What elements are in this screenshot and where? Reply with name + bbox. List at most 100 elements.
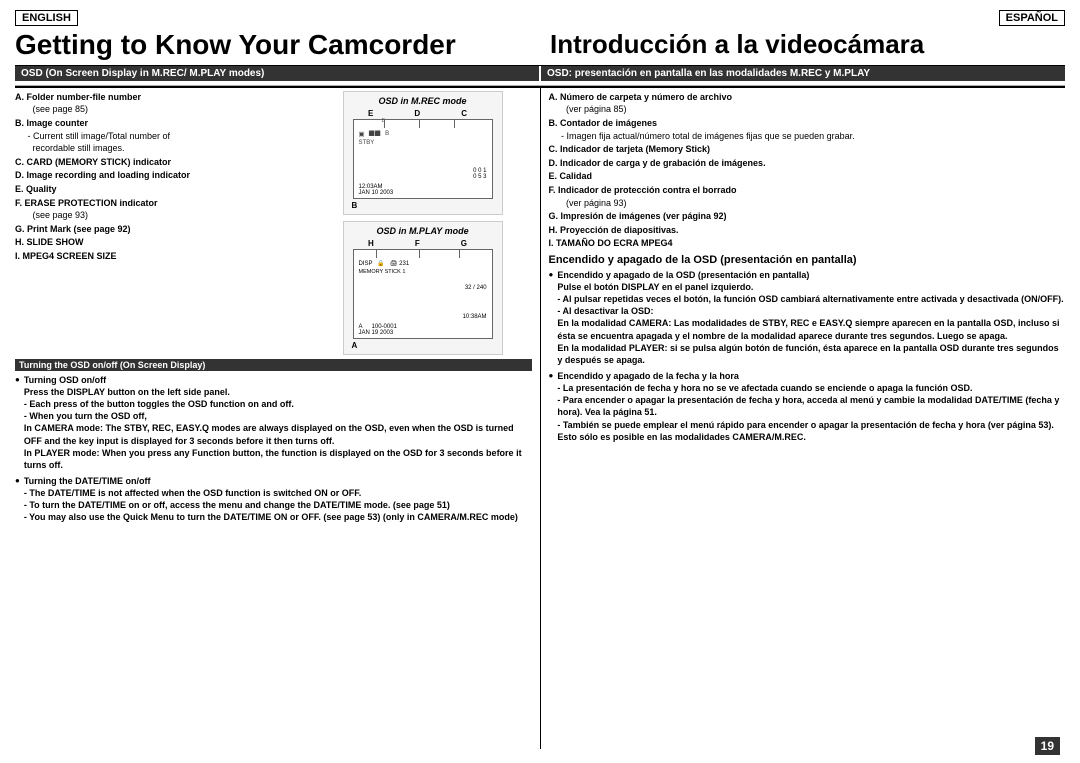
line-g [459,250,460,258]
col-right-spanish: A. Número de carpeta y número de archivo… [541,88,1066,749]
mrec-right-indicator: 0 0 1 0 5 3 [473,168,486,180]
turning-date-label: Turning the DATE/TIME on/off [24,476,151,486]
label-g: G [461,239,467,248]
encendido-sub2: - Al desactivar la OSD: [557,306,653,316]
mplay-content: DISP 🔒 🖨 231 MEMORY STICK 1 [359,260,410,275]
mrec-bottom-label: B [348,201,498,210]
osd-header-es: OSD: presentación en pantalla en las mod… [541,66,1065,81]
fecha-sub3: - También se puede emplear el menú rápid… [557,420,1054,442]
item-list-es: A. Número de carpeta y número de archivo… [549,91,1066,250]
line-f [419,250,420,258]
item-h-es: H. Proyección de diapositivas. [549,224,1066,237]
header-top: ENGLISH ESPAÑOL [15,10,1065,26]
encendido-camera: En la modalidad CAMERA: Las modalidades … [557,318,1059,340]
label-h: H [368,239,374,248]
date-sub2: - To turn the DATE/TIME on or off, acces… [24,500,450,510]
date-sub1: - The DATE/TIME is not affected when the… [24,488,361,498]
screen-content-mrec: ▣ ⬛⬛ B STBY B [359,130,390,146]
encendido-fecha-es: Encendido y apagado de la fecha y la hor… [549,370,1066,443]
item-g-es: G. Impresión de imágenes (ver página 92) [549,210,1066,223]
item-a-es: A. Número de carpeta y número de archivo… [549,91,1066,116]
label-d: D [414,109,420,118]
mplay-date: JAN 19 2003 [359,330,394,336]
item-e-en: E. Quality [15,183,306,196]
turning-osd-sub1: - Each press of the button toggles the O… [24,399,294,409]
osd-mrec-diagram: OSD in M.REC mode E D C [343,91,503,215]
line-c [454,120,455,128]
label-b-mrec: B [352,201,358,210]
mplay-counter: 32 / 240 [465,285,487,291]
mrec-screen: ▣ ⬛⬛ B STBY B 0 0 1 0 5 3 [353,119,493,199]
lang-badge-es: ESPAÑOL [999,10,1065,26]
item-a-en: A. Folder number-file number (see page 8… [15,91,306,116]
page: ENGLISH ESPAÑOL Getting to Know Your Cam… [0,0,1080,763]
label-c: C [461,109,467,118]
header-titles: Getting to Know Your Camcorder Introducc… [15,28,1065,66]
item-c-en: C. CARD (MEMORY STICK) indicator [15,156,306,169]
mplay-title: OSD in M.PLAY mode [348,226,498,236]
mrec-top-labels: E D C [348,109,488,118]
col-left-english: A. Folder number-file number (see page 8… [15,88,541,749]
encendido-osd-sub-title: Encendido y apagado de la OSD (presentac… [549,254,857,266]
label-e: E [368,109,373,118]
encendido-label: Encendido y apagado de la OSD (presentac… [557,270,809,280]
encendido-osd-section: Encendido y apagado de la OSD (presentac… [549,254,1066,266]
encendido-sub1: - Al pulsar repetidas veces el botón, la… [557,294,1063,304]
mplay-top-labels: H F G [348,239,488,248]
turning-osd-player: In PLAYER mode: When you press any Funct… [24,448,522,470]
item-i-es: I. TAMAÑO DO ECRA MPEG4 [549,237,1066,250]
item-d-en: D. Image recording and loading indicator [15,169,306,182]
encendido-p1: Pulse el botón DISPLAY en el panel izqui… [557,282,753,292]
item-e-es: E. Calidad [549,170,1066,183]
item-b-en: B. Image counter - Current still image/T… [15,117,306,155]
turning-date-en: Turning the DATE/TIME on/off - The DATE/… [15,475,532,524]
item-list-en: A. Folder number-file number (see page 8… [15,91,306,263]
turning-osd-label: Turning OSD on/off [24,375,106,385]
label-f: F [415,239,420,248]
date-sub3: - You may also use the Quick Menu to tur… [24,512,518,522]
turning-osd-sub2: - When you turn the OSD off, [24,411,147,421]
title-english: Getting to Know Your Camcorder [15,30,530,61]
encendido-fecha-dot: Encendido y apagado de la fecha y la hor… [549,370,1066,443]
item-d-es: D. Indicador de carga y de grabación de … [549,157,1066,170]
osd-mplay-diagram: OSD in M.PLAY mode H F G DISP 🔒 🖨 231 [343,221,503,355]
item-g-en: G. Print Mark (see page 92) [15,223,306,236]
header-left: Getting to Know Your Camcorder [15,28,530,61]
header-right: Introducción a la videocámara [530,28,1065,61]
item-i-en: I. MPEG4 SCREEN SIZE [15,250,306,263]
encendido-osd-dot: Encendido y apagado de la OSD (presentac… [549,269,1066,366]
item-h-en: H. SLIDE SHOW [15,236,306,249]
label-a-mplay: A [352,341,358,350]
item-f-en: F. ERASE PROTECTION indicator (see page … [15,197,306,222]
turning-osd-title-en: Turning OSD on/off Press the DISPLAY but… [15,374,532,471]
turning-osd-camera: In CAMERA mode: The STBY, REC, EASY.Q mo… [24,423,514,445]
main-content: A. Folder number-file number (see page 8… [15,86,1065,749]
item-f-es: F. Indicador de protección contra el bor… [549,184,1066,209]
encendido-fecha-label: Encendido y apagado de la fecha y la hor… [557,371,739,381]
turning-osd-p1: Press the DISPLAY button on the left sid… [24,387,230,397]
diagram-col-en: OSD in M.REC mode E D C [314,91,532,355]
fecha-sub2: - Para encender o apagar la presentación… [557,395,1059,417]
items-list-en: A. Folder number-file number (see page 8… [15,91,306,355]
mplay-right: 10:38AM [463,314,487,320]
line-h [376,250,377,258]
turning-osd-en: Turning OSD on/off Press the DISPLAY but… [15,374,532,471]
page-number: 19 [1035,737,1060,755]
content-columns-en: A. Folder number-file number (see page 8… [15,91,532,355]
mplay-screen: DISP 🔒 🖨 231 MEMORY STICK 1 32 / 240 10:… [353,249,493,339]
fecha-sub1: - La presentación de fecha y hora no se … [557,383,972,393]
title-spanish: Introducción a la videocámara [550,30,1065,59]
item-b-es: B. Contador de imágenes - Imagen fija ac… [549,117,1066,142]
encendido-player: En la modalidad PLAYER: si se pulsa algú… [557,343,1058,365]
section-divider-en: Turning the OSD on/off (On Screen Displa… [15,359,532,371]
item-c-es: C. Indicador de tarjeta (Memory Stick) [549,143,1066,156]
turning-date-title-en: Turning the DATE/TIME on/off - The DATE/… [15,475,532,524]
spanish-content: A. Número de carpeta y número de archivo… [549,91,1066,443]
osd-header-en: OSD (On Screen Display in M.REC/ M.PLAY … [15,66,539,81]
encendido-osd-es: Encendido y apagado de la OSD (presentac… [549,269,1066,366]
lang-badge-en: ENGLISH [15,10,78,26]
osd-header-row: OSD (On Screen Display in M.REC/ M.PLAY … [15,66,1065,86]
mrec-title: OSD in M.REC mode [348,96,498,106]
mrec-date: JAN 10 2003 [359,190,394,196]
line-d [419,120,420,128]
